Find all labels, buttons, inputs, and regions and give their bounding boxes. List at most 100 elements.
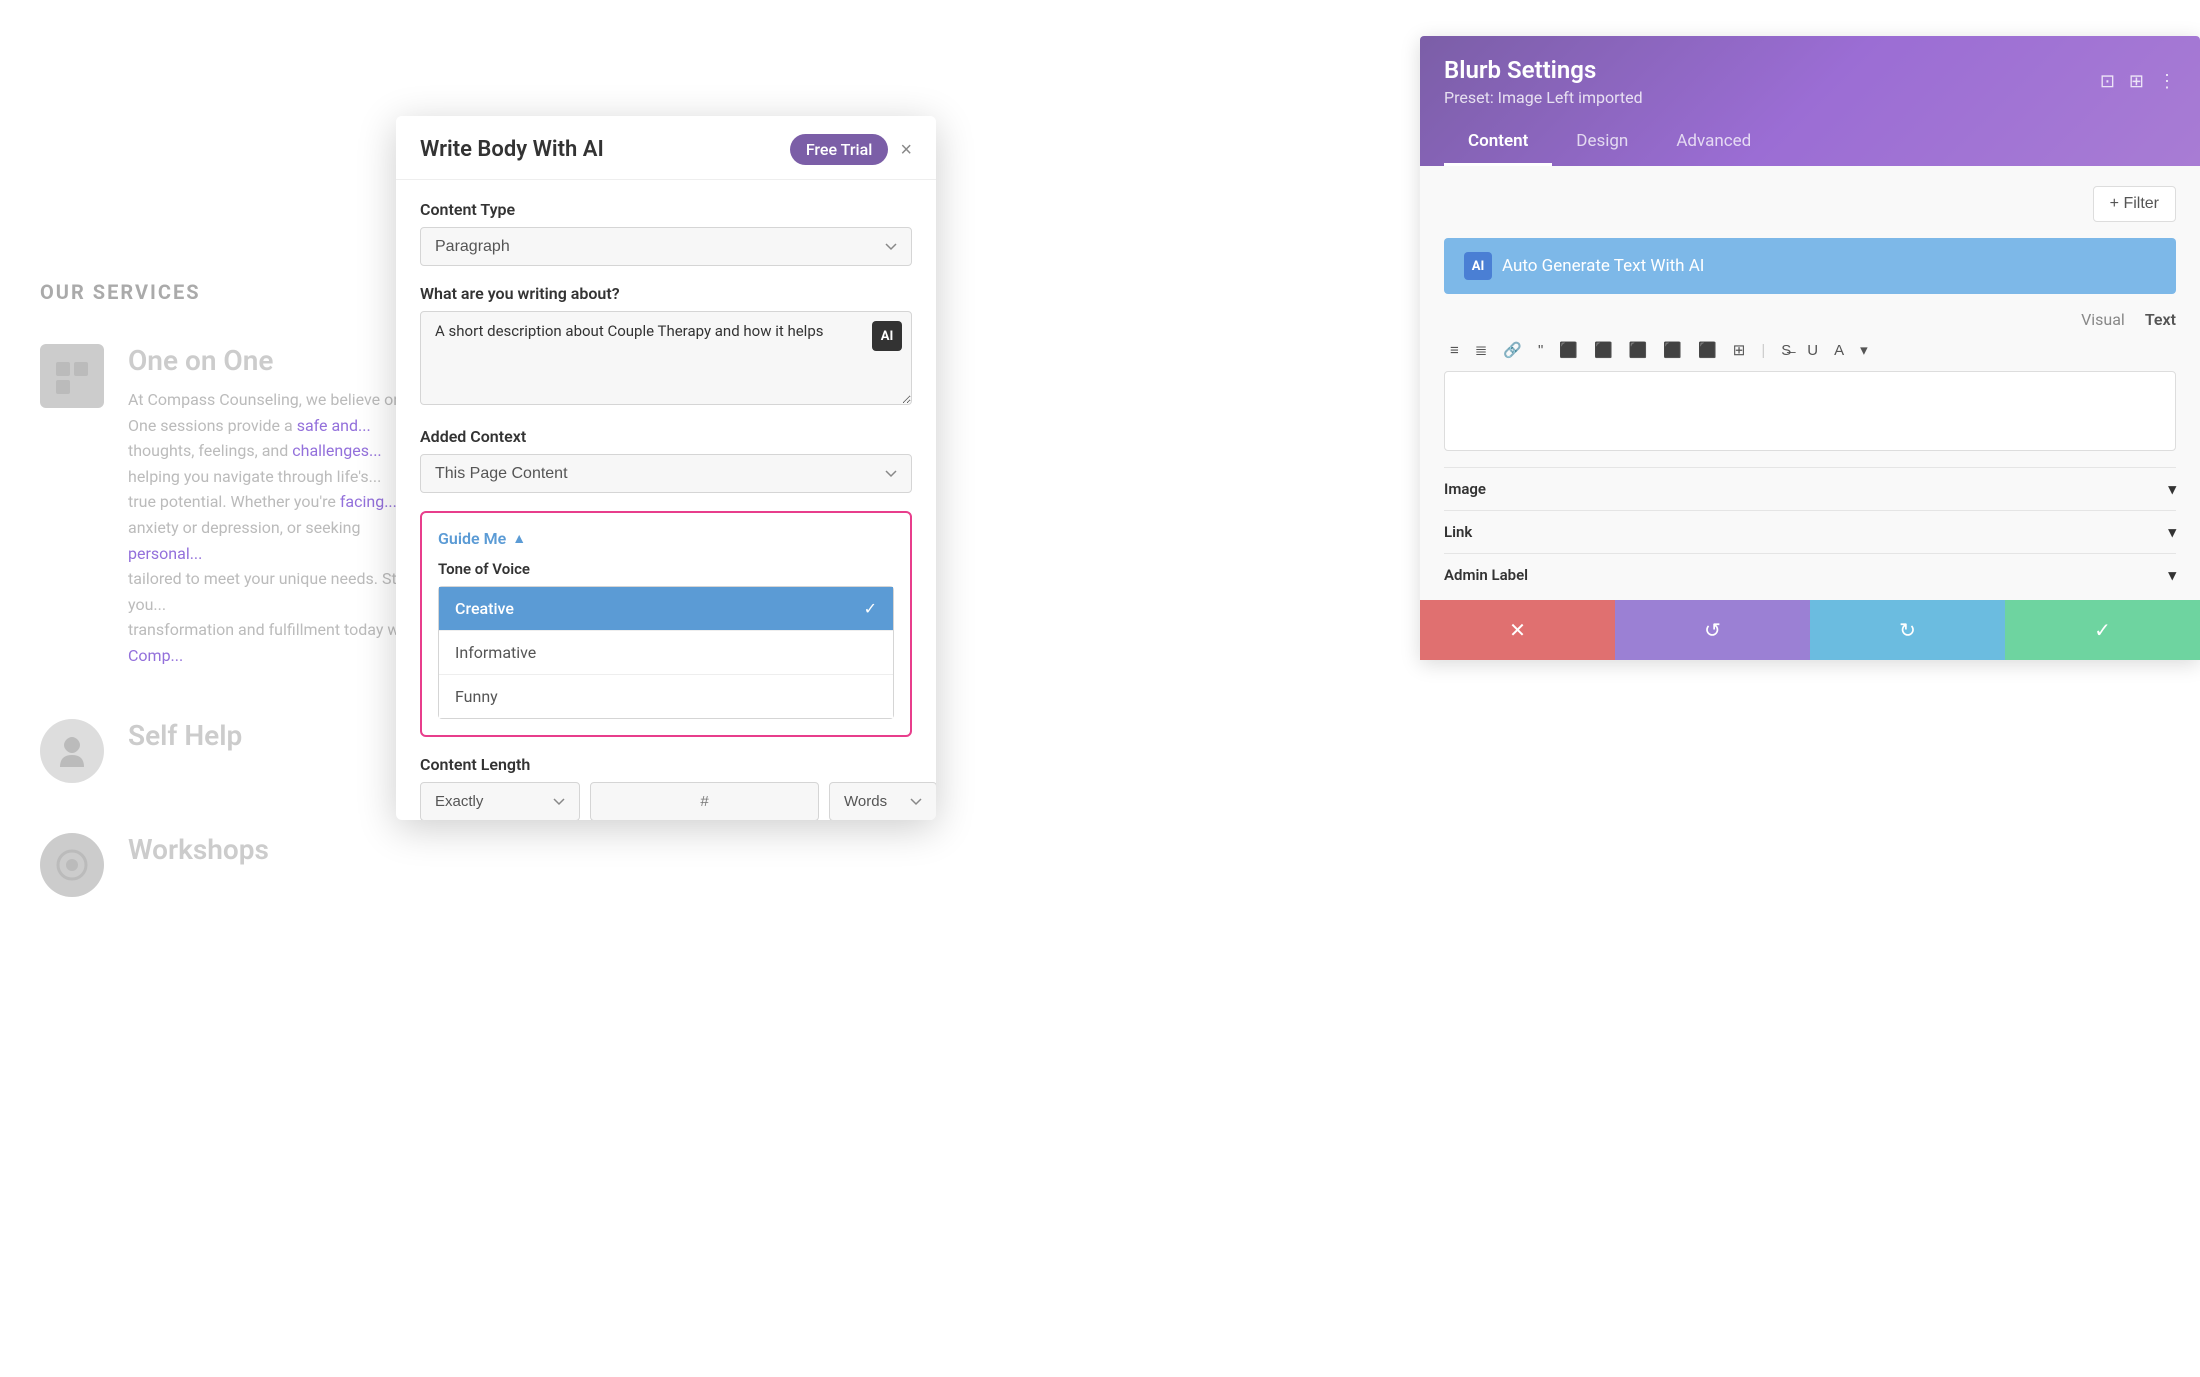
quote-btn[interactable]: ": [1532, 338, 1549, 363]
table-btn[interactable]: ⊞: [1727, 337, 1752, 363]
tab-advanced[interactable]: Advanced: [1652, 119, 1775, 166]
tone-informative-label: Informative: [455, 643, 536, 662]
guide-me-label: Guide Me: [438, 529, 506, 548]
writing-about-group: What are you writing about? A short desc…: [420, 284, 912, 409]
blurb-header: Blurb Settings Preset: Image Left import…: [1420, 36, 2200, 166]
guide-me-section: Guide Me ▲ Tone of Voice Creative ✓ Info…: [420, 511, 912, 737]
text-tab[interactable]: Text: [2145, 310, 2176, 329]
redo-button[interactable]: ↻: [1810, 600, 2005, 660]
checkmark-icon: ✓: [864, 599, 877, 618]
content-length-label: Content Length: [420, 755, 912, 774]
blurb-header-icons: ⊡ ⊞ ⋮: [2100, 71, 2176, 92]
editor-toolbar-row: Visual Text: [1444, 310, 2176, 329]
cancel-button[interactable]: ✕: [1420, 600, 1615, 660]
blurb-title: Blurb Settings: [1444, 56, 1643, 84]
content-type-label: Content Type: [420, 200, 912, 219]
undo-icon: ↺: [1704, 618, 1721, 643]
blurb-title-area: Blurb Settings Preset: Image Left import…: [1444, 56, 1643, 107]
editor-toolbar: ≡ ≣ 🔗 " ⬛ ⬛ ⬛ ⬛ ⬛ ⊞ | S̶ U A ▾: [1444, 337, 2176, 363]
underline-btn[interactable]: U: [1801, 338, 1824, 363]
page-background: OUR SERVICES One on One At Compass Couns…: [0, 0, 2200, 1377]
section-header-1-label: Image: [1444, 480, 1486, 498]
section-header-2-label: Link: [1444, 523, 1472, 541]
color-btn[interactable]: A: [1828, 338, 1850, 363]
chevron-down-icon-2: ▾: [2168, 523, 2176, 541]
auto-generate-label: Auto Generate Text With AI: [1502, 256, 1704, 276]
visual-tab[interactable]: Visual: [2081, 310, 2125, 329]
service-name-3: Workshops: [128, 833, 269, 866]
align-left-btn[interactable]: ⬛: [1553, 337, 1584, 363]
content-length-row: Exactly At least At most Words Sentences…: [420, 782, 912, 820]
section-header-3[interactable]: Admin Label ▾: [1444, 553, 2176, 596]
check-icon: ✓: [2094, 618, 2111, 643]
ai-write-modal: Write Body With AI Free Trial × Content …: [396, 116, 936, 820]
ai-modal-title: Write Body With AI: [420, 137, 604, 162]
ai-modal-header-right: Free Trial ×: [790, 134, 912, 165]
chevron-down-icon-3: ▾: [2168, 566, 2176, 584]
guide-me-arrow: ▲: [512, 530, 526, 547]
service-name-2: Self Help: [128, 719, 242, 752]
list-ordered-btn[interactable]: ≣: [1469, 337, 1494, 363]
tab-content[interactable]: Content: [1444, 119, 1552, 166]
service-item-3: Workshops: [40, 833, 420, 897]
guide-me-header[interactable]: Guide Me ▲: [438, 529, 894, 548]
service-icon-2: [40, 719, 104, 783]
list-unordered-btn[interactable]: ≡: [1444, 338, 1465, 363]
service-item-1: One on One At Compass Counseling, we bel…: [40, 344, 420, 669]
service-content-2: Self Help: [128, 719, 242, 762]
textarea-wrapper: A short description about Couple Therapy…: [420, 311, 912, 409]
align-right-btn[interactable]: ⬛: [1623, 337, 1654, 363]
dropdown-btn[interactable]: ▾: [1854, 337, 1874, 363]
section-header-2[interactable]: Link ▾: [1444, 510, 2176, 553]
ai-modal-body: Content Type Paragraph List Heading What…: [396, 180, 936, 820]
editor-area[interactable]: [1444, 371, 2176, 451]
service-name-1: One on One: [128, 344, 420, 377]
modal-close-button[interactable]: ×: [900, 140, 912, 160]
separator: |: [1755, 338, 1771, 363]
writing-about-textarea[interactable]: A short description about Couple Therapy…: [420, 311, 912, 405]
section-header-1[interactable]: Image ▾: [1444, 467, 2176, 510]
save-button[interactable]: ✓: [2005, 600, 2200, 660]
ai-icon: AI: [1464, 252, 1492, 280]
bottom-action-bar: ✕ ↺ ↻ ✓: [1420, 600, 2200, 660]
blurb-body: + Filter AI Auto Generate Text With AI V…: [1420, 166, 2200, 660]
tone-dropdown: Creative ✓ Informative Funny: [438, 586, 894, 719]
tone-funny-label: Funny: [455, 687, 498, 706]
blurb-header-top: Blurb Settings Preset: Image Left import…: [1444, 56, 2176, 107]
filter-button[interactable]: + Filter: [2093, 186, 2176, 222]
tone-creative-label: Creative: [455, 599, 514, 618]
tone-option-funny[interactable]: Funny: [439, 674, 893, 718]
more-icon[interactable]: ⋮: [2158, 71, 2176, 92]
auto-generate-bar[interactable]: AI Auto Generate Text With AI: [1444, 238, 2176, 294]
blurb-preset: Preset: Image Left imported: [1444, 88, 1643, 107]
content-type-select[interactable]: Paragraph List Heading: [420, 227, 912, 266]
blurb-settings-panel: Blurb Settings Preset: Image Left import…: [1420, 36, 2200, 660]
window-icon[interactable]: ⊡: [2100, 71, 2115, 92]
strikethrough-btn[interactable]: S̶: [1775, 338, 1797, 363]
tab-design[interactable]: Design: [1552, 119, 1652, 166]
tone-of-voice-label: Tone of Voice: [438, 560, 894, 578]
content-length-quantity-select[interactable]: Exactly At least At most: [420, 782, 580, 820]
service-icon-3: [40, 833, 104, 897]
content-length-number-input[interactable]: [590, 782, 819, 820]
align-center-btn[interactable]: ⬛: [1588, 337, 1619, 363]
services-section: OUR SERVICES One on One At Compass Couns…: [40, 280, 420, 947]
services-label: OUR SERVICES: [40, 280, 420, 304]
editor-view-tabs: Visual Text: [2081, 310, 2176, 329]
content-length-unit-select[interactable]: Words Sentences Paragraphs: [829, 782, 936, 820]
writing-about-label: What are you writing about?: [420, 284, 912, 303]
undo-button[interactable]: ↺: [1615, 600, 1810, 660]
close-icon: ✕: [1509, 618, 1526, 643]
added-context-select[interactable]: This Page Content None Custom: [420, 454, 912, 493]
grid-icon[interactable]: ⊞: [2129, 71, 2144, 92]
added-context-label: Added Context: [420, 427, 912, 446]
redo-icon: ↻: [1899, 618, 1916, 643]
link-btn[interactable]: 🔗: [1497, 337, 1528, 363]
align-justify-btn[interactable]: ⬛: [1657, 337, 1688, 363]
ai-icon-badge: AI: [872, 321, 902, 351]
blurb-tabs: Content Design Advanced: [1444, 119, 2176, 166]
tone-option-creative[interactable]: Creative ✓: [439, 587, 893, 630]
tone-option-informative[interactable]: Informative: [439, 630, 893, 674]
indent-btn[interactable]: ⬛: [1692, 337, 1723, 363]
content-length-group: Content Length Exactly At least At most …: [420, 755, 912, 820]
